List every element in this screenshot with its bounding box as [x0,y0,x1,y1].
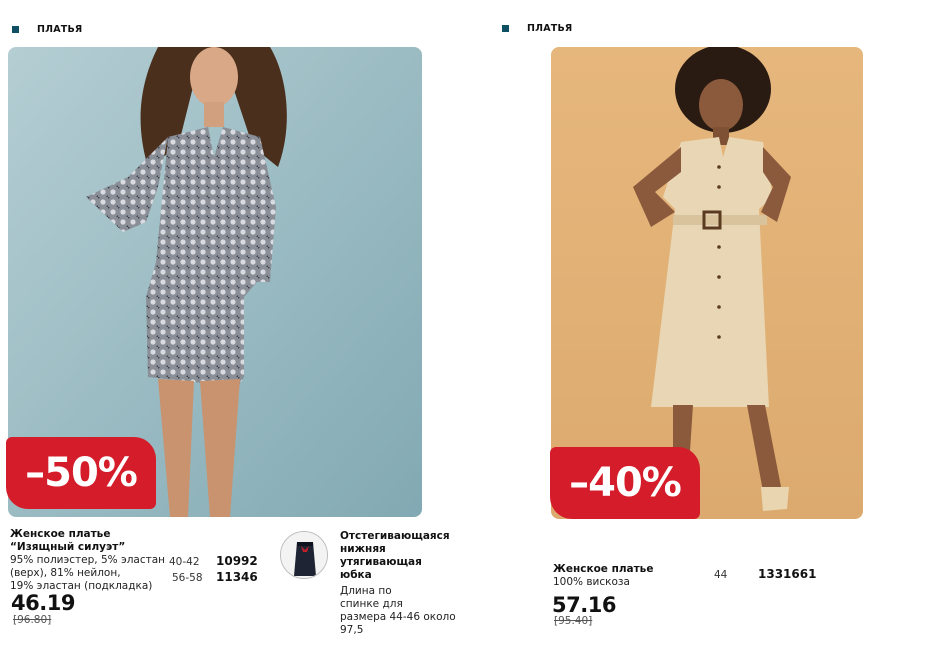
product-old-price: [96.80] [13,614,52,626]
product-title: Женское платье [553,563,654,575]
product-price: 46.19 [11,591,75,615]
product-title-line2: “Изящный силуэт” [10,541,126,553]
product-composition-line1: 95% полиэстер, 5% эластан [10,554,166,566]
section-label: ПЛАТЬЯ [37,24,83,35]
section-header-right: ПЛАТЬЯ [502,23,572,34]
product-composition: 100% вискоза [553,576,630,588]
section-header-left: ПЛАТЬЯ [12,24,82,35]
accessory-desc-line4: 97,5 [340,624,364,636]
product-price: 57.16 [552,593,616,617]
product-composition-line2: (верх), 81% нейлон, [10,567,121,579]
section-label: ПЛАТЬЯ [527,23,573,34]
bullet-square-icon [12,26,19,33]
product-code: 11346 [216,570,258,584]
product-code: 10992 [216,554,258,568]
accessory-title-line1: Отстегивающаяся [340,530,450,542]
product-title-line1: Женское платье [10,528,111,540]
product-old-price: [95.40] [554,615,593,627]
size-range: 56-58 [172,572,203,584]
discount-badge-right: –40% [550,447,700,519]
accessory-title-line4: юбка [340,569,372,581]
size-range: 40-42 [169,556,200,568]
accessory-desc-line2: спинке для [340,598,403,610]
accessory-desc-line3: размера 44-46 около [340,611,456,623]
accessory-title-line2: нижняя [340,543,386,555]
discount-badge-left: –50% [6,437,156,509]
accessory-desc-line1: Длина по [340,585,392,597]
skirt-thumbnail[interactable] [280,531,328,579]
size-range: 44 [714,569,728,581]
product-code: 1331661 [758,567,817,581]
bullet-square-icon [502,25,509,32]
accessory-title-line3: утягивающая [340,556,422,568]
